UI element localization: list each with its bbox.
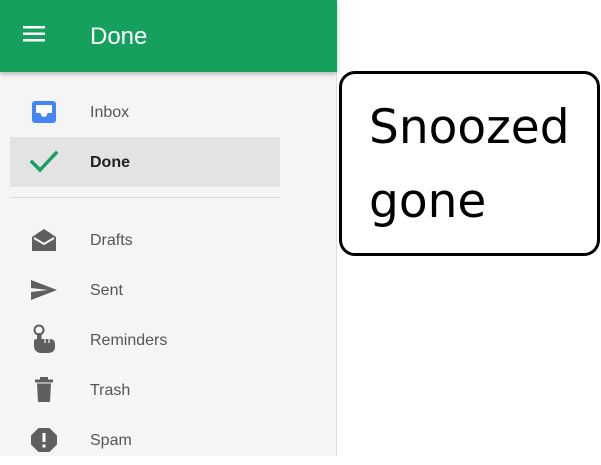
sidebar-item-inbox[interactable]: Inbox	[10, 87, 280, 137]
page-title: Done	[90, 23, 148, 50]
sidebar-item-done[interactable]: Done	[10, 137, 280, 187]
sidebar-item-label: Spam	[90, 432, 132, 449]
checkmark-icon	[29, 149, 59, 175]
sidebar-item-label: Reminders	[90, 332, 168, 349]
trash-icon	[29, 377, 59, 403]
sidebar: Done Inbox Done Drafts Sent Reminders Tr…	[0, 0, 337, 456]
sidebar-item-trash[interactable]: Trash	[10, 365, 280, 415]
inbox-icon	[29, 99, 59, 125]
hamburger-menu-icon[interactable]	[23, 24, 67, 50]
sidebar-item-label: Sent	[90, 282, 123, 299]
sidebar-item-label: Done	[90, 154, 130, 171]
sidebar-item-label: Drafts	[90, 232, 133, 249]
send-icon	[29, 277, 59, 303]
annotation-text-line2: gone	[369, 174, 487, 229]
sidebar-item-label: Inbox	[90, 104, 130, 121]
spam-alert-icon	[29, 427, 59, 453]
app-header: Done	[0, 0, 337, 72]
annotation-callout: Snoozed gone	[339, 71, 600, 256]
sidebar-item-label: Trash	[90, 382, 131, 399]
sidebar-divider	[10, 197, 280, 198]
drafts-envelope-icon	[29, 227, 59, 253]
annotation-text-line1: Snoozed	[369, 100, 570, 155]
reminders-hand-icon	[29, 324, 59, 353]
sidebar-item-drafts[interactable]: Drafts	[10, 215, 280, 265]
sidebar-item-sent[interactable]: Sent	[10, 265, 280, 315]
sidebar-item-spam[interactable]: Spam	[10, 415, 280, 465]
sidebar-item-reminders[interactable]: Reminders	[10, 315, 280, 365]
